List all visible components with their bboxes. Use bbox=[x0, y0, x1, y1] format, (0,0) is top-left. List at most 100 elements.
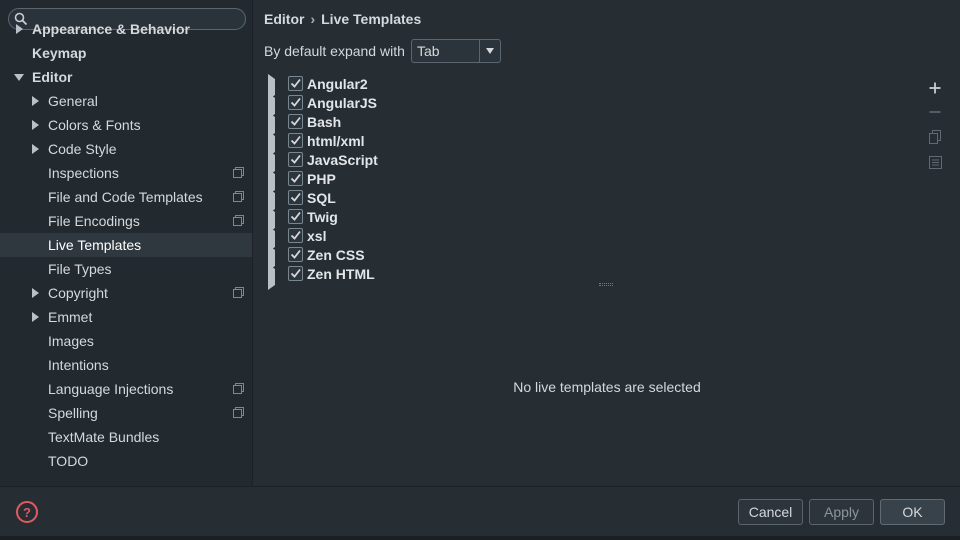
sidebar-item-label: Code Style bbox=[48, 141, 117, 157]
splitter-handle[interactable] bbox=[599, 283, 613, 286]
collapsed-arrow-icon[interactable] bbox=[29, 89, 41, 113]
template-group-twig[interactable]: Twig bbox=[264, 207, 564, 233]
breadcrumb-current: Live Templates bbox=[321, 11, 422, 27]
sidebar-item-spelling[interactable]: Spelling bbox=[0, 401, 252, 425]
sidebar-item-code-style[interactable]: Code Style bbox=[0, 137, 252, 161]
add-icon[interactable] bbox=[927, 80, 943, 96]
checkmark-icon bbox=[290, 173, 301, 183]
expanded-arrow-icon[interactable] bbox=[13, 65, 25, 89]
sidebar-item-file-types[interactable]: File Types bbox=[0, 257, 252, 281]
ok-button[interactable]: OK bbox=[880, 499, 945, 525]
group-label: Twig bbox=[307, 209, 338, 225]
template-group-bash[interactable]: Bash bbox=[264, 112, 564, 138]
remove-icon[interactable] bbox=[927, 104, 943, 120]
sidebar-item-live-templates[interactable]: Live Templates bbox=[0, 233, 252, 257]
template-group-zen-css[interactable]: Zen CSS bbox=[264, 245, 564, 271]
project-level-icon bbox=[233, 383, 244, 394]
sidebar-item-colors-fonts[interactable]: Colors & Fonts bbox=[0, 113, 252, 137]
group-checkbox[interactable] bbox=[288, 247, 303, 262]
project-level-icon bbox=[233, 191, 244, 202]
checkmark-icon bbox=[290, 249, 301, 259]
group-label: JavaScript bbox=[307, 152, 378, 168]
template-group-sql[interactable]: SQL bbox=[264, 188, 564, 214]
group-checkbox[interactable] bbox=[288, 190, 303, 205]
change-context-icon[interactable] bbox=[927, 154, 943, 170]
collapsed-arrow-icon[interactable] bbox=[29, 137, 41, 161]
sidebar-item-label: File Types bbox=[48, 261, 112, 277]
dialog-button-bar: ? Cancel Apply OK bbox=[0, 486, 960, 540]
sidebar-item-file-encodings[interactable]: File Encodings bbox=[0, 209, 252, 233]
checkmark-icon bbox=[290, 97, 301, 107]
group-checkbox[interactable] bbox=[288, 76, 303, 91]
template-group-php[interactable]: PHP bbox=[264, 169, 564, 195]
sidebar-item-label: General bbox=[48, 93, 98, 109]
collapsed-arrow-icon[interactable] bbox=[13, 17, 25, 41]
sidebar-item-emmet[interactable]: Emmet bbox=[0, 305, 252, 329]
sidebar-item-keymap[interactable]: Keymap bbox=[0, 41, 252, 65]
group-checkbox[interactable] bbox=[288, 152, 303, 167]
collapsed-arrow-icon[interactable] bbox=[29, 305, 41, 329]
sidebar-item-general[interactable]: General bbox=[0, 89, 252, 113]
sidebar-item-copyright[interactable]: Copyright bbox=[0, 281, 252, 305]
collapsed-arrow-icon[interactable] bbox=[29, 281, 41, 305]
apply-button[interactable]: Apply bbox=[809, 499, 874, 525]
settings-tree: Appearance & Behavior Keymap Editor General… bbox=[0, 21, 252, 473]
sidebar-item-appearance-behavior[interactable]: Appearance & Behavior bbox=[0, 17, 252, 41]
sidebar-item-label: Keymap bbox=[32, 45, 87, 61]
breadcrumb: Editor › Live Templates bbox=[264, 11, 421, 27]
sidebar-item-textmate-bundles[interactable]: TextMate Bundles bbox=[0, 425, 252, 449]
sidebar-item-label: Editor bbox=[32, 69, 73, 85]
sidebar-item-editor[interactable]: Editor bbox=[0, 65, 252, 89]
settings-dialog: Appearance & Behavior Keymap Editor General… bbox=[0, 0, 960, 540]
sidebar-item-label: Inspections bbox=[48, 165, 119, 181]
checkmark-icon bbox=[290, 78, 301, 88]
sidebar-item-label: Spelling bbox=[48, 405, 98, 421]
group-checkbox[interactable] bbox=[288, 209, 303, 224]
sidebar-item-label: Language Injections bbox=[48, 381, 174, 397]
template-group-angularjs[interactable]: AngularJS bbox=[264, 93, 564, 119]
checkmark-icon bbox=[290, 211, 301, 221]
group-label: xsl bbox=[307, 228, 327, 244]
copy-icon[interactable] bbox=[927, 129, 943, 145]
group-checkbox[interactable] bbox=[288, 114, 303, 129]
template-group-javascript[interactable]: JavaScript bbox=[264, 150, 564, 176]
group-label: PHP bbox=[307, 171, 336, 187]
help-button[interactable]: ? bbox=[16, 501, 38, 523]
project-level-icon bbox=[233, 167, 244, 178]
template-group-zen-html[interactable]: Zen HTML bbox=[264, 264, 564, 290]
checkmark-icon bbox=[290, 135, 301, 145]
template-group-xsl[interactable]: xsl bbox=[264, 226, 564, 252]
checkmark-icon bbox=[290, 154, 301, 164]
sidebar-item-todo[interactable]: TODO bbox=[0, 449, 252, 473]
settings-sidebar: Appearance & Behavior Keymap Editor General… bbox=[0, 0, 253, 486]
checkmark-icon bbox=[290, 230, 301, 240]
group-checkbox[interactable] bbox=[288, 228, 303, 243]
sidebar-item-label: Emmet bbox=[48, 309, 93, 325]
collapsed-arrow-icon[interactable] bbox=[29, 113, 41, 137]
template-group-angular2[interactable]: Angular2 bbox=[264, 74, 564, 100]
checkmark-icon bbox=[290, 268, 301, 278]
group-checkbox[interactable] bbox=[288, 95, 303, 110]
sidebar-item-inspections[interactable]: Inspections bbox=[0, 161, 252, 185]
sidebar-item-file-and-code-templates[interactable]: File and Code Templates bbox=[0, 185, 252, 209]
template-group-html-xml[interactable]: html/xml bbox=[264, 131, 564, 157]
chevron-down-icon[interactable] bbox=[479, 40, 500, 62]
cancel-button[interactable]: Cancel bbox=[738, 499, 803, 525]
group-checkbox[interactable] bbox=[288, 133, 303, 148]
sidebar-item-images[interactable]: Images bbox=[0, 329, 252, 353]
breadcrumb-separator: › bbox=[310, 11, 316, 27]
sidebar-item-label: Copyright bbox=[48, 285, 108, 301]
collapsed-arrow-icon[interactable] bbox=[268, 264, 275, 290]
group-label: Zen CSS bbox=[307, 247, 365, 263]
group-label: Bash bbox=[307, 114, 342, 130]
sidebar-item-intentions[interactable]: Intentions bbox=[0, 353, 252, 377]
group-checkbox[interactable] bbox=[288, 266, 303, 281]
group-checkbox[interactable] bbox=[288, 171, 303, 186]
sidebar-item-language-injections[interactable]: Language Injections bbox=[0, 377, 252, 401]
expand-with-label: By default expand with bbox=[264, 43, 405, 59]
sidebar-item-label: File Encodings bbox=[48, 213, 140, 229]
expand-with-value: Tab bbox=[417, 43, 440, 59]
expand-with-select[interactable]: Tab bbox=[411, 39, 501, 63]
project-level-icon bbox=[233, 407, 244, 418]
sidebar-item-label: TextMate Bundles bbox=[48, 429, 160, 445]
